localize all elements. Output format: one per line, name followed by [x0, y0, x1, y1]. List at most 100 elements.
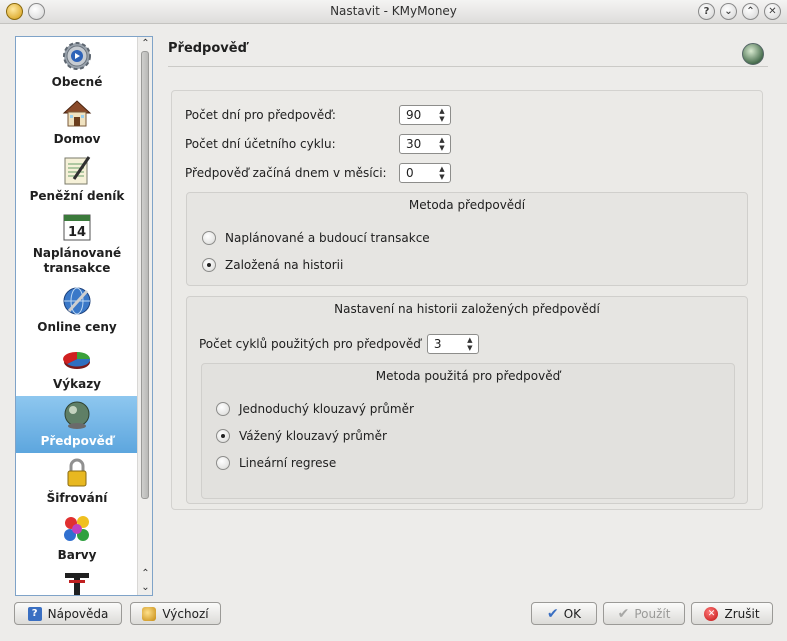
group-title: Nastavení na historii založených předpov… [334, 302, 600, 316]
cycle-days-row: Počet dní účetního cyklu: 30 ▲ ▼ [185, 134, 451, 154]
scroll-up-icon[interactable]: ⌃ [138, 37, 152, 51]
start-day-value: 0 [406, 166, 414, 180]
home-icon [61, 97, 93, 129]
history-option-linear[interactable]: Lineární regrese [216, 456, 336, 470]
radio-label: Vážený klouzavý průměr [239, 429, 387, 443]
help-icon[interactable]: ? [698, 3, 715, 20]
history-cycles-spinbox[interactable]: 3 ▲ ▼ [426, 334, 479, 354]
radio-button[interactable] [216, 402, 230, 416]
forecast-days-value: 90 [406, 108, 422, 122]
fonts-icon [61, 570, 93, 595]
history-method-group: Metoda použitá pro předpověď Jednoduchý … [201, 363, 735, 499]
ok-button[interactable]: ✔ OK [531, 602, 597, 625]
sidebar-item-online-prices[interactable]: Online ceny [16, 282, 138, 339]
padlock-icon [61, 456, 93, 488]
history-option-weighted[interactable]: Vážený klouzavý průměr [216, 429, 387, 443]
method-option-scheduled[interactable]: Naplánované a budoucí transakce [202, 231, 430, 245]
page-title: Předpověď [168, 41, 247, 56]
sidebar-item-label: Šifrování [46, 491, 108, 505]
sidebar-scrollbar[interactable]: ⌃ ⌃ ⌄ [137, 37, 152, 595]
pie-chart-icon [61, 342, 93, 374]
history-cycles-label: Počet cyklů použitých pro předpověď [199, 337, 421, 351]
cancel-icon: ✕ [704, 606, 719, 621]
radio-label: Lineární regrese [239, 456, 337, 470]
cancel-button[interactable]: ✕ Zrušit [691, 602, 773, 625]
sidebar-item-label: Obecné [51, 75, 103, 89]
checkmark-icon: ✔ [546, 605, 559, 622]
scrollbar-thumb[interactable] [141, 51, 149, 499]
spin-arrows-icon[interactable]: ▲ ▼ [465, 336, 475, 352]
sidebar-item-ledger[interactable]: Peněžní deník [16, 151, 138, 208]
crystal-ball-icon [61, 399, 93, 431]
ledger-icon [61, 154, 93, 186]
radio-button[interactable] [216, 456, 230, 470]
page-list[interactable]: Obecné Domov Peněžní deník 14 Naplánovan… [15, 36, 153, 596]
help-button-label: Nápověda [47, 606, 109, 621]
spin-arrows-icon[interactable]: ▲ ▼ [437, 165, 447, 181]
palette-icon [61, 513, 93, 545]
close-icon[interactable]: ✕ [764, 3, 781, 20]
sidebar-item-label: Barvy [57, 548, 97, 562]
start-day-spinbox[interactable]: 0 ▲ ▼ [399, 163, 451, 183]
title-bar[interactable]: Nastavit - KMyMoney ? ⌄ ⌃ ✕ [0, 0, 787, 24]
settings-dialog: Nastavit - KMyMoney ? ⌄ ⌃ ✕ Obecné Domov… [0, 0, 787, 641]
gear-icon [61, 40, 93, 72]
apply-button-label: Použít [634, 606, 671, 621]
history-option-simple[interactable]: Jednoduchý klouzavý průměr [216, 402, 414, 416]
defaults-button[interactable]: Výchozí [130, 602, 221, 625]
forecast-method-group: Metoda předpovědí Naplánované a budoucí … [186, 192, 748, 286]
method-option-history[interactable]: Založená na historii [202, 258, 343, 272]
history-settings-group: Nastavení na historii založených předpov… [186, 296, 748, 504]
radio-button[interactable] [216, 429, 230, 443]
sidebar-item-scheduled[interactable]: 14 Naplánované transakce [16, 208, 138, 282]
sidebar-item-label: Naplánované transakce [32, 246, 122, 275]
sidebar-item-general[interactable]: Obecné [16, 37, 138, 94]
ok-button-label: OK [563, 606, 582, 621]
cycle-days-label: Počet dní účetního cyklu: [185, 137, 336, 151]
defaults-button-label: Výchozí [162, 606, 209, 621]
reset-defaults-icon [142, 606, 157, 621]
group-title: Metoda předpovědí [408, 198, 526, 212]
scroll-down-icon[interactable]: ⌄ [138, 581, 152, 595]
forecast-settings-panel: Počet dní pro předpověď: 90 ▲ ▼ Počet dní… [171, 90, 763, 510]
start-day-row: Předpověď začíná dnem v měsíci: 0 ▲ ▼ [185, 163, 451, 183]
radio-label: Jednoduchý klouzavý průměr [239, 402, 414, 416]
cycle-days-value: 30 [406, 137, 422, 151]
sidebar-item-label: Předpověď [40, 434, 114, 448]
start-day-label: Předpověď začíná dnem v měsíci: [185, 166, 387, 180]
sidebar-item-label: Domov [53, 132, 101, 146]
sidebar-item-forecast[interactable]: Předpověď [16, 396, 138, 453]
sidebar-item-reports[interactable]: Výkazy [16, 339, 138, 396]
forecast-days-label: Počet dní pro předpověď: [185, 108, 336, 122]
apply-button[interactable]: ✔ Použít [603, 602, 685, 625]
spin-arrows-icon[interactable]: ▲ ▼ [437, 107, 447, 123]
calendar-day-text: 14 [68, 225, 86, 240]
calendar-icon: 14 [61, 211, 93, 243]
group-title: Metoda použitá pro předpověď [375, 369, 561, 383]
sidebar-item-encryption[interactable]: Šifrování [16, 453, 138, 510]
radio-button[interactable] [202, 258, 216, 272]
header-divider [168, 66, 768, 67]
sidebar-item-label: Výkazy [53, 377, 101, 391]
maximize-icon[interactable]: ⌃ [742, 3, 759, 20]
sidebar-item-colors[interactable]: Barvy [16, 510, 138, 567]
forecast-days-row: Počet dní pro předpověď: 90 ▲ ▼ [185, 105, 451, 125]
help-button[interactable]: ? Nápověda [14, 602, 122, 625]
cancel-button-label: Zrušit [724, 606, 760, 621]
help-icon: ? [27, 606, 42, 621]
scroll-up-icon[interactable]: ⌃ [138, 567, 152, 581]
checkmark-icon: ✔ [617, 605, 630, 622]
globe-icon [61, 285, 93, 317]
sidebar-item-home[interactable]: Domov [16, 94, 138, 151]
radio-button[interactable] [202, 231, 216, 245]
history-cycles-row: Počet cyklů použitých pro předpověď 3 ▲ ▼ [199, 334, 479, 354]
crystal-ball-icon [742, 43, 764, 65]
spin-arrows-icon[interactable]: ▲ ▼ [437, 136, 447, 152]
sidebar-item-fonts[interactable] [16, 567, 138, 595]
radio-label: Naplánované a budoucí transakce [225, 231, 430, 245]
minimize-icon[interactable]: ⌄ [720, 3, 737, 20]
forecast-days-spinbox[interactable]: 90 ▲ ▼ [399, 105, 451, 125]
history-cycles-value: 3 [433, 337, 442, 351]
cycle-days-spinbox[interactable]: 30 ▲ ▼ [399, 134, 451, 154]
radio-label: Založená na historii [225, 258, 344, 272]
